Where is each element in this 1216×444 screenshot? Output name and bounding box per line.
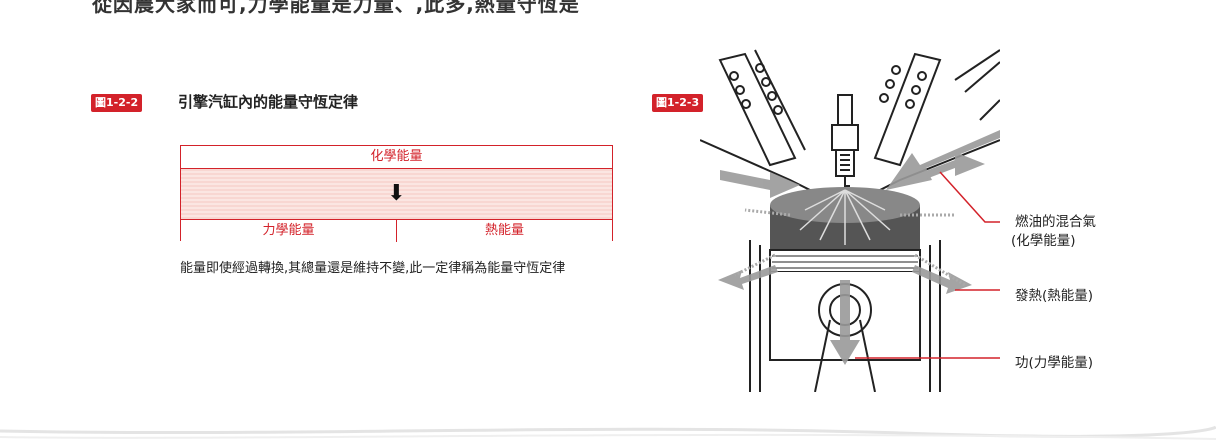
- heat-energy-label: 熱能量: [397, 220, 612, 242]
- figure-badge-1-2-2: 圖1-2-2: [91, 94, 143, 112]
- figure-caption: 能量即使經過轉換,其總量還是維持不變,此一定律稱為能量守恆定律: [180, 261, 566, 276]
- figure-title: 引擎汽缸內的能量守恆定律: [178, 93, 359, 111]
- output-energy-row: 力學能量 熱能量: [181, 220, 612, 242]
- work-label: 功(力學能量): [1015, 355, 1094, 371]
- down-arrow-icon: ⬇: [387, 181, 406, 206]
- conversion-area: ⬇: [181, 169, 612, 220]
- heat-label: 發熱(熱能量): [1015, 288, 1094, 304]
- fuel-mixture-sublabel: (化學能量): [1011, 233, 1076, 249]
- left-valve-icon: [718, 49, 806, 167]
- top-text-cropped: 從因農大家而可,力學能量是力量、,此多,熱量守恆是: [92, 0, 580, 16]
- engine-cylinder-illustration: [700, 49, 1000, 392]
- page-edge-texture: [0, 425, 1216, 440]
- chemical-energy-label: 化學能量: [181, 146, 612, 169]
- mechanical-energy-label: 力學能量: [181, 220, 397, 242]
- fuel-mixture-label: 燃油的混合氣: [1015, 214, 1096, 230]
- spark-plug-icon: [831, 94, 859, 187]
- figure-badge-1-2-3: 圖1-2-3: [652, 94, 704, 112]
- energy-conservation-box: 化學能量 ⬇ 力學能量 熱能量: [180, 145, 613, 242]
